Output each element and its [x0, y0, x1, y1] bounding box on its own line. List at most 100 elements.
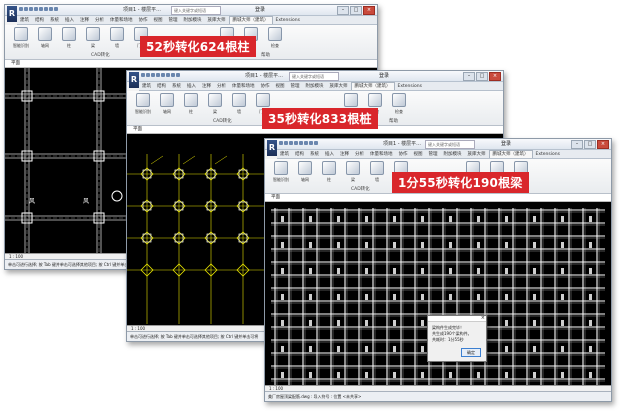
tab-architecture[interactable]: 建筑: [139, 83, 154, 90]
tab-family-library[interactable]: 族库大师: [327, 83, 351, 90]
close-button[interactable]: ×: [597, 140, 609, 149]
dialog-titlebar: ×: [428, 315, 486, 322]
tab-systems[interactable]: 系统: [307, 151, 322, 158]
tab-collaborate[interactable]: 协作: [136, 17, 151, 24]
login-link[interactable]: 登录: [501, 140, 511, 147]
tab-pengcheng-master[interactable]: 鹏城大师（建筑）: [228, 16, 273, 24]
tab-annotate[interactable]: 注释: [337, 151, 352, 158]
check-icon: [268, 27, 282, 41]
tab-pengcheng-master[interactable]: 鹏城大师（建筑）: [488, 150, 533, 158]
wall-button[interactable]: 墙: [105, 27, 129, 49]
tab-family-library[interactable]: 族库大师: [465, 151, 489, 158]
tab-annotate[interactable]: 注释: [77, 17, 92, 24]
check-button[interactable]: 检查: [387, 93, 411, 115]
revit-app-button[interactable]: R: [129, 72, 139, 88]
smart-recognize-button[interactable]: 智能识别: [269, 161, 293, 183]
grid-button[interactable]: 轴网: [33, 27, 57, 49]
beam-icon: [346, 161, 360, 175]
check-button[interactable]: 检查: [263, 27, 287, 49]
wall-button[interactable]: 墙: [365, 161, 389, 183]
search-input[interactable]: 键入关键字或短语: [171, 6, 221, 15]
close-button[interactable]: ×: [489, 72, 501, 81]
login-link[interactable]: 登录: [379, 72, 389, 79]
tab-architecture[interactable]: 建筑: [277, 151, 292, 158]
minimize-button[interactable]: –: [571, 140, 583, 149]
tab-insert[interactable]: 插入: [184, 83, 199, 90]
tab-extensions[interactable]: Extensions: [395, 83, 425, 90]
beam-icon: [208, 93, 222, 107]
search-input[interactable]: 键入关键字或短语: [289, 72, 339, 81]
maximize-button[interactable]: □: [476, 72, 488, 81]
tab-manage[interactable]: 管理: [426, 151, 441, 158]
close-button[interactable]: ×: [363, 6, 375, 15]
tab-extensions[interactable]: Extensions: [273, 17, 303, 24]
smart-recognize-button[interactable]: 智能识别: [131, 93, 155, 115]
tab-pengcheng-master[interactable]: 鹏城大师（建筑）: [350, 82, 395, 90]
tab-addins[interactable]: 附加模块: [441, 151, 465, 158]
banner-piles: 35秒转化833根桩: [262, 108, 378, 129]
tab-annotate[interactable]: 注释: [199, 83, 214, 90]
quick-access-toolbar[interactable]: [279, 141, 339, 147]
tab-systems[interactable]: 系统: [169, 83, 184, 90]
smart-recognize-button[interactable]: 智能识别: [9, 27, 33, 49]
panel-label-help: 帮助: [261, 53, 270, 58]
dialog-close-icon[interactable]: ×: [481, 315, 485, 321]
drawing-canvas[interactable]: × 梁构件生成完毕！ 共生成190个梁构件。 共耗时：1分55秒 确定: [265, 202, 611, 392]
tab-addins[interactable]: 附加模块: [303, 83, 327, 90]
view-property-bar: 平面: [5, 60, 377, 68]
ribbon-tabs: 建筑 结构 系统 插入 注释 分析 体量和场地 协作 视图 管理 附加模块 族库大师 鹏城大师（建筑） E…: [277, 150, 611, 159]
check-icon: [392, 93, 406, 107]
tab-massing[interactable]: 体量和场地: [229, 83, 258, 90]
tab-collaborate[interactable]: 协作: [258, 83, 273, 90]
quick-access-toolbar[interactable]: [19, 7, 79, 13]
column-button[interactable]: 柱: [57, 27, 81, 49]
wall-button[interactable]: 墙: [227, 93, 251, 115]
beam-button[interactable]: 梁: [341, 161, 365, 183]
tab-insert[interactable]: 插入: [322, 151, 337, 158]
dialog-ok-button[interactable]: 确定: [461, 348, 481, 357]
tab-insert[interactable]: 插入: [62, 17, 77, 24]
tab-manage[interactable]: 管理: [288, 83, 303, 90]
column-button[interactable]: 柱: [317, 161, 341, 183]
tab-structure[interactable]: 结构: [292, 151, 307, 158]
maximize-button[interactable]: □: [584, 140, 596, 149]
minimize-button[interactable]: –: [337, 6, 349, 15]
beam-button[interactable]: 梁: [81, 27, 105, 49]
quick-access-toolbar[interactable]: [141, 73, 201, 79]
tab-collaborate[interactable]: 协作: [396, 151, 411, 158]
panel-label-cad: CAD转化: [351, 187, 370, 192]
tab-structure[interactable]: 结构: [32, 17, 47, 24]
tab-family-library[interactable]: 族库大师: [205, 17, 229, 24]
minimize-button[interactable]: –: [463, 72, 475, 81]
tab-architecture[interactable]: 建筑: [17, 17, 32, 24]
login-link[interactable]: 登录: [255, 6, 265, 13]
column-button[interactable]: 柱: [179, 93, 203, 115]
tab-view[interactable]: 视图: [411, 151, 426, 158]
tab-extensions[interactable]: Extensions: [533, 151, 563, 158]
window-controls: – □ ×: [336, 6, 375, 15]
tab-analyze[interactable]: 分析: [352, 151, 367, 158]
view-property-bar: 平面: [265, 194, 611, 202]
tab-analyze[interactable]: 分析: [214, 83, 229, 90]
maximize-button[interactable]: □: [350, 6, 362, 15]
search-input[interactable]: 键入关键字或短语: [425, 140, 475, 149]
tab-systems[interactable]: 系统: [47, 17, 62, 24]
beam-button[interactable]: 梁: [203, 93, 227, 115]
tab-massing[interactable]: 体量和场地: [367, 151, 396, 158]
tab-addins[interactable]: 附加模块: [181, 17, 205, 24]
status-bar: 美厂房屋顶梁配筋.dwg : 导入符号 : 位置 <未共享>: [265, 391, 611, 401]
revit-app-button[interactable]: R: [7, 6, 17, 22]
tab-manage[interactable]: 管理: [166, 17, 181, 24]
revit-app-button[interactable]: R: [267, 140, 277, 156]
tab-view[interactable]: 视图: [151, 17, 166, 24]
tab-massing[interactable]: 体量和场地: [107, 17, 136, 24]
panel-label-cad: CAD转化: [91, 53, 110, 58]
tab-analyze[interactable]: 分析: [92, 17, 107, 24]
grid-button[interactable]: 轴网: [293, 161, 317, 183]
column-icon: [184, 93, 198, 107]
recognize-icon: [136, 93, 150, 107]
tab-view[interactable]: 视图: [273, 83, 288, 90]
grid-button[interactable]: 轴网: [155, 93, 179, 115]
tab-structure[interactable]: 结构: [154, 83, 169, 90]
column-icon: [62, 27, 76, 41]
